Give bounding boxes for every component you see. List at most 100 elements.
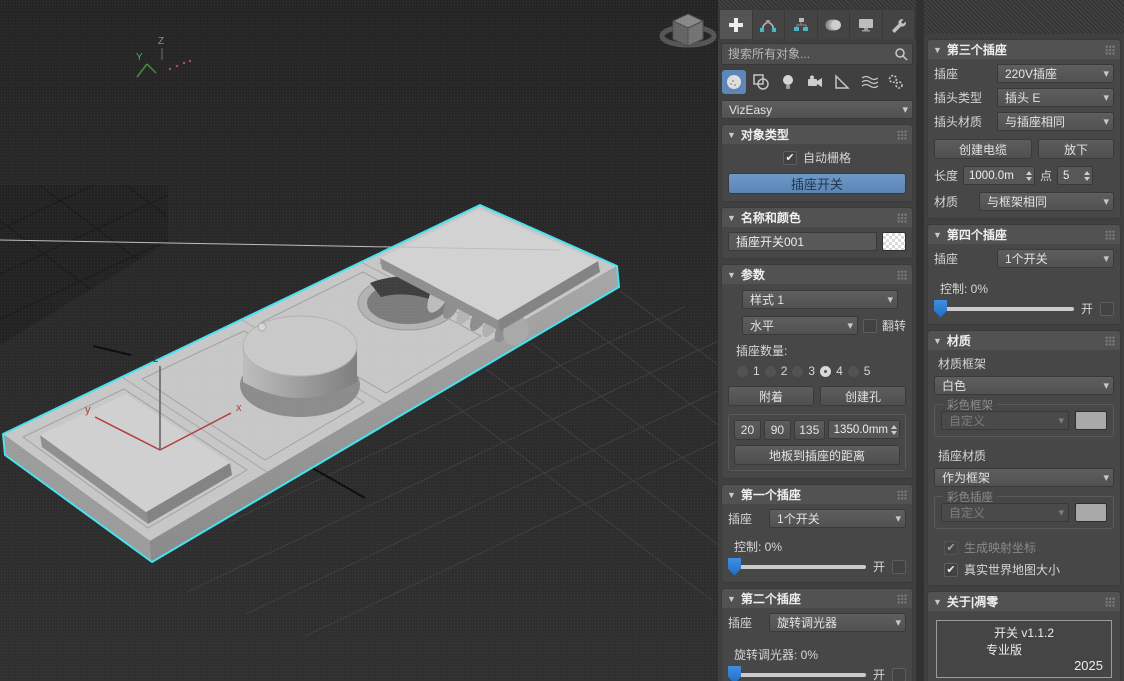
panel-divider[interactable]: [916, 0, 924, 681]
socket2-on-checkbox[interactable]: [892, 668, 906, 681]
tab-utilities[interactable]: [883, 10, 915, 39]
rollout-socket-3-header[interactable]: ▼ 第三个插座: [928, 40, 1120, 59]
rollout-socket-4: ▼ 第四个插座 插座 1个开关 控制: 0% 开: [927, 224, 1121, 325]
attach-button[interactable]: 附着: [728, 386, 814, 406]
rollout-title: 对象类型: [741, 126, 789, 143]
socket2-slider-thumb[interactable]: [728, 666, 741, 681]
rollout-socket-2-header[interactable]: ▼ 第二个插座: [722, 589, 912, 608]
tab-modify[interactable]: [753, 10, 785, 39]
grip-icon[interactable]: [1105, 45, 1115, 55]
spinner-arrows-icon[interactable]: [1084, 171, 1090, 181]
count-radio-3[interactable]: [791, 365, 804, 378]
socket1-slider-thumb[interactable]: [728, 558, 741, 576]
category-cameras[interactable]: [803, 70, 827, 94]
plug-material-dropdown[interactable]: 与插座相同: [997, 112, 1114, 131]
preset-135-button[interactable]: 135: [794, 420, 825, 440]
tab-motion[interactable]: [818, 10, 850, 39]
count-radio-1[interactable]: [736, 365, 749, 378]
category-geometry[interactable]: [722, 70, 746, 94]
create-hole-button[interactable]: 创建孔: [820, 386, 906, 406]
cable-material-dropdown[interactable]: 与框架相同: [979, 192, 1114, 211]
cable-material-value: 与框架相同: [987, 193, 1047, 210]
rollout-object-type-header[interactable]: ▼ 对象类型: [722, 125, 912, 144]
grip-icon[interactable]: [897, 270, 907, 280]
drop-button[interactable]: 放下: [1038, 139, 1114, 159]
plugin-category-dropdown[interactable]: VizEasy: [721, 100, 913, 119]
socket4-on-checkbox[interactable]: [1100, 302, 1114, 316]
color-socket-dropdown[interactable]: 自定义: [941, 503, 1069, 522]
object-color-swatch[interactable]: [882, 232, 906, 251]
socket-material-dropdown[interactable]: 作为框架: [934, 468, 1114, 487]
frame-material-dropdown[interactable]: 白色: [934, 376, 1114, 395]
socket1-on-checkbox[interactable]: [892, 560, 906, 574]
socket4-type-dropdown[interactable]: 1个开关: [997, 249, 1114, 268]
socket3-type-dropdown[interactable]: 220V插座: [997, 64, 1114, 83]
socket1-slider[interactable]: [728, 565, 866, 569]
points-spinner[interactable]: 5: [1057, 166, 1093, 185]
orientation-dropdown[interactable]: 水平: [742, 316, 858, 335]
color-socket-swatch[interactable]: [1075, 503, 1107, 522]
length-spinner[interactable]: 1000.0m: [963, 166, 1035, 185]
panel-grip-texture[interactable]: [718, 0, 916, 9]
socket4-slider-thumb[interactable]: [934, 300, 947, 318]
grip-icon[interactable]: [897, 490, 907, 500]
grip-icon[interactable]: [897, 594, 907, 604]
color-frame-dropdown[interactable]: 自定义: [941, 411, 1069, 430]
rollout-name-color-header[interactable]: ▼ 名称和颜色: [722, 208, 912, 227]
grip-icon[interactable]: [897, 213, 907, 223]
rollout-material-header[interactable]: ▼ 材质: [928, 331, 1120, 350]
viewcube-icon[interactable]: [662, 14, 714, 46]
plug-type-dropdown[interactable]: 插头 E: [997, 88, 1114, 107]
create-socket-switch-button[interactable]: 插座开关: [728, 173, 906, 194]
grip-icon[interactable]: [1105, 597, 1115, 607]
object-name-input[interactable]: [734, 234, 871, 250]
rollout-parameters-header[interactable]: ▼ 参数: [722, 265, 912, 284]
floor-distance-button[interactable]: 地板到插座的距离: [734, 445, 900, 465]
tab-create[interactable]: [720, 10, 752, 39]
height-spinner[interactable]: 1350.0mm: [828, 420, 900, 439]
count-radio-2[interactable]: [764, 365, 777, 378]
search-icon[interactable]: [894, 47, 908, 61]
points-label: 点: [1040, 167, 1052, 184]
grip-icon[interactable]: [1105, 230, 1115, 240]
model-dimmer-knob[interactable]: [240, 316, 360, 417]
spinner-arrows-icon[interactable]: [891, 425, 897, 435]
panel-grip-texture[interactable]: [924, 0, 1124, 34]
button-label: 创建孔: [845, 388, 881, 405]
count-radio-4-selected[interactable]: [819, 365, 832, 378]
real-world-map-checkbox[interactable]: [944, 563, 958, 577]
style-dropdown[interactable]: 样式 1: [742, 290, 898, 309]
create-cable-button[interactable]: 创建电缆: [934, 139, 1032, 159]
socket2-slider[interactable]: [728, 673, 866, 677]
socket1-type-dropdown[interactable]: 1个开关: [769, 509, 906, 528]
category-lights[interactable]: [776, 70, 800, 94]
rollout-about-header[interactable]: ▼ 关于|凋零: [928, 592, 1120, 611]
category-shapes[interactable]: [749, 70, 773, 94]
count-radio-5[interactable]: [847, 365, 860, 378]
collapse-arrow-icon: ▼: [933, 597, 942, 607]
socket4-slider[interactable]: [934, 307, 1074, 311]
grip-icon[interactable]: [1105, 336, 1115, 346]
category-spacewarps[interactable]: [857, 70, 881, 94]
socket3-type-value: 220V插座: [1005, 65, 1057, 82]
preset-20-button[interactable]: 20: [734, 420, 761, 440]
rollout-socket-3: ▼ 第三个插座 插座 220V插座 插头类型 插头 E: [927, 39, 1121, 219]
button-label: 插座开关: [791, 174, 843, 193]
preset-90-button[interactable]: 90: [764, 420, 791, 440]
spinner-arrows-icon[interactable]: [1026, 171, 1032, 181]
tab-display[interactable]: [850, 10, 882, 39]
flip-checkbox[interactable]: [863, 319, 877, 333]
autogrid-checkbox[interactable]: [783, 151, 797, 165]
viewport-3d[interactable]: z y x Z Y: [0, 0, 718, 681]
tab-hierarchy[interactable]: [785, 10, 817, 39]
search-input[interactable]: [726, 46, 894, 62]
rollout-socket-1-header[interactable]: ▼ 第一个插座: [722, 485, 912, 504]
grip-icon[interactable]: [897, 130, 907, 140]
color-frame-swatch[interactable]: [1075, 411, 1107, 430]
category-helpers[interactable]: [830, 70, 854, 94]
collapse-arrow-icon: ▼: [933, 230, 942, 240]
generate-mapping-checkbox[interactable]: [944, 541, 958, 555]
category-systems[interactable]: [884, 70, 908, 94]
rollout-socket-4-header[interactable]: ▼ 第四个插座: [928, 225, 1120, 244]
socket2-type-dropdown[interactable]: 旋转调光器: [769, 613, 906, 632]
